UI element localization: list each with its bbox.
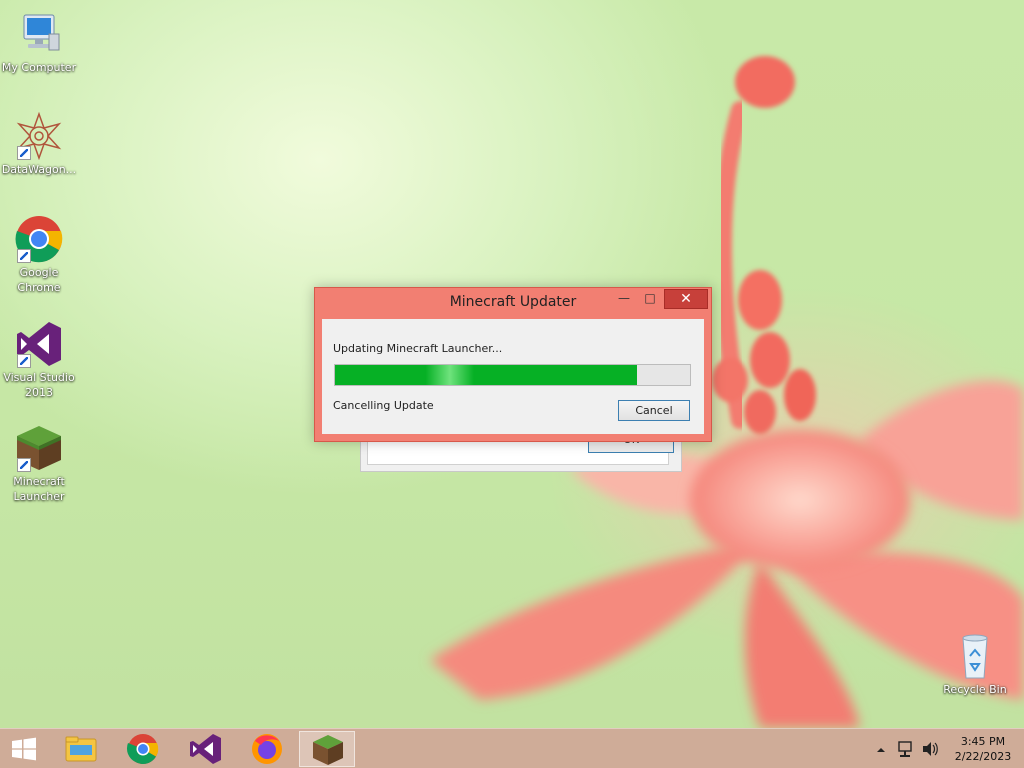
desktop-icon-visual-studio[interactable]: Visual Studio 2013 <box>0 320 78 400</box>
minimize-button[interactable]: — <box>611 289 637 309</box>
show-hidden-icons-button[interactable] <box>874 729 888 768</box>
minecraft-icon <box>15 424 63 472</box>
shortcut-arrow-icon <box>17 354 31 368</box>
windows-logo-icon <box>12 737 36 761</box>
taskbar-item-minecraft-launcher[interactable] <box>299 731 355 767</box>
close-button[interactable]: ✕ <box>664 289 708 309</box>
volume-tray-icon-button[interactable] <box>920 729 940 768</box>
desktop-icon-label: Minecraft Launcher <box>13 475 65 503</box>
computer-icon <box>15 10 63 58</box>
desktop-icon-my-computer[interactable]: My Computer <box>0 10 78 75</box>
desktop: My Computer DataWagon... Google Chrome V… <box>0 0 1024 768</box>
chevron-up-icon <box>877 748 885 752</box>
desktop-icon-label: Recycle Bin <box>943 683 1007 696</box>
chrome-icon <box>15 215 63 263</box>
shortcut-arrow-icon <box>17 249 31 263</box>
taskbar-item-google-chrome[interactable] <box>115 731 171 767</box>
desktop-icon-label: My Computer <box>1 61 77 74</box>
update-progress-bar <box>334 364 691 386</box>
network-tray-icon-button[interactable] <box>896 729 916 768</box>
cancel-button[interactable]: Cancel <box>618 400 690 421</box>
clock-time: 3:45 PM <box>960 735 1006 748</box>
cancel-status-text: Cancelling Update <box>333 399 434 412</box>
clock-date: 2/22/2023 <box>954 750 1012 763</box>
desktop-icon-google-chrome[interactable]: Google Chrome <box>0 215 78 295</box>
visual-studio-icon <box>15 320 63 368</box>
desktop-icon-label: DataWagon... <box>1 163 77 176</box>
start-button[interactable] <box>0 729 48 768</box>
chrome-icon <box>126 734 159 765</box>
taskbar: 3:45 PM 2/22/2023 <box>0 728 1024 768</box>
taskbar-item-firefox[interactable] <box>239 731 295 767</box>
update-status-text: Updating Minecraft Launcher... <box>333 342 503 355</box>
firefox-icon <box>252 734 282 764</box>
volume-icon <box>923 742 938 756</box>
desktop-icon-recycle-bin[interactable]: Recycle Bin <box>936 632 1014 697</box>
progress-bar-fill <box>335 365 637 385</box>
datawagon-icon <box>15 111 63 161</box>
desktop-icon-minecraft-launcher[interactable]: Minecraft Launcher <box>0 424 78 504</box>
file-explorer-icon <box>65 736 97 762</box>
minecraft-icon <box>313 735 343 765</box>
minecraft-updater-window: Minecraft Updater — □ ✕ Updating Minecra… <box>314 287 712 442</box>
shortcut-arrow-icon <box>17 146 31 160</box>
shortcut-arrow-icon <box>17 458 31 472</box>
desktop-icon-datawagon[interactable]: DataWagon... <box>0 111 78 177</box>
maximize-button[interactable]: □ <box>637 289 663 309</box>
recycle-bin-icon <box>951 632 999 680</box>
network-icon <box>898 741 912 757</box>
title-bar[interactable]: Minecraft Updater — □ ✕ <box>315 288 711 318</box>
desktop-icon-label: Google Chrome <box>17 266 61 294</box>
taskbar-item-visual-studio[interactable] <box>177 731 233 767</box>
taskbar-item-file-explorer[interactable] <box>53 731 109 767</box>
desktop-icon-label: Visual Studio 2013 <box>3 371 75 399</box>
clock[interactable]: 3:45 PM 2/22/2023 <box>948 734 1018 764</box>
visual-studio-icon <box>190 734 221 764</box>
window-client-area: Updating Minecraft Launcher... Cancellin… <box>322 319 704 434</box>
